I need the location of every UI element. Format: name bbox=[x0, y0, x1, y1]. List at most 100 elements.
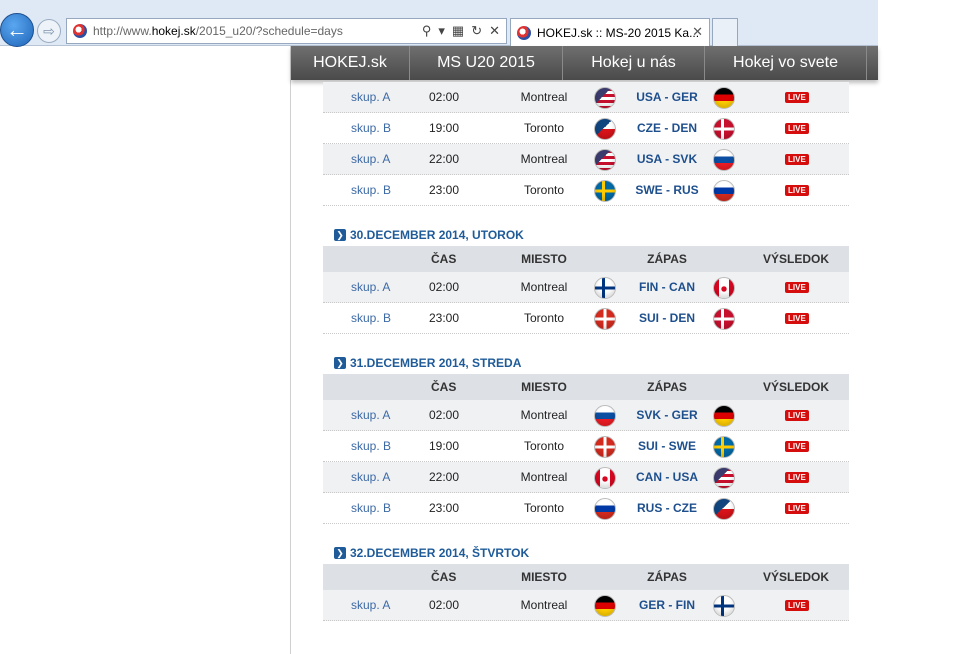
group-link[interactable]: skup. A bbox=[351, 82, 390, 112]
live-badge[interactable]: LIVE bbox=[785, 154, 809, 165]
live-badge[interactable]: LIVE bbox=[785, 600, 809, 611]
header-match: ZÁPAS bbox=[647, 252, 687, 266]
live-badge[interactable]: LIVE bbox=[785, 410, 809, 421]
game-time: 22:00 bbox=[429, 152, 460, 166]
group-link[interactable]: skup. B bbox=[351, 303, 391, 333]
game-venue: Toronto bbox=[523, 501, 565, 515]
refresh-icon[interactable]: ↻ bbox=[471, 23, 482, 39]
header-result: VÝSLEDOK bbox=[762, 380, 829, 394]
nav-item-hokej-vo-svete[interactable]: Hokej vo svete bbox=[705, 46, 867, 80]
header-place: MIESTO bbox=[521, 252, 567, 266]
group-link[interactable]: skup. B bbox=[351, 175, 391, 205]
table-row: skup. A 02:00 Montreal USA - GER LIVE bbox=[323, 82, 849, 113]
match-link[interactable]: USA - SVK bbox=[628, 144, 706, 174]
live-badge[interactable]: LIVE bbox=[785, 123, 809, 134]
new-tab-button[interactable] bbox=[712, 18, 738, 46]
schedule-content: skup. A 02:00 Montreal USA - GER LIVE skup. B… bbox=[323, 82, 849, 621]
game-time: 02:00 bbox=[429, 598, 460, 612]
table-header: ČAS MIESTO ZÁPAS VÝSLEDOK bbox=[323, 374, 849, 400]
table-row: skup. B 23:00 Toronto RUS - CZE LIVE bbox=[323, 493, 849, 524]
away-flag-icon bbox=[713, 436, 735, 458]
day-heading: ❯ 30.DECEMBER 2014, UTOROK bbox=[323, 206, 849, 246]
header-time: ČAS bbox=[431, 570, 457, 584]
address-bar[interactable]: http://www.hokej.sk/2015_u20/?schedule=d… bbox=[66, 18, 507, 44]
header-match: ZÁPAS bbox=[647, 380, 687, 394]
home-flag-icon bbox=[594, 149, 616, 171]
match-link[interactable]: SWE - RUS bbox=[628, 175, 706, 205]
header-place: MIESTO bbox=[521, 380, 567, 394]
address-url[interactable]: http://www.hokej.sk/2015_u20/?schedule=d… bbox=[93, 24, 343, 38]
chevron-right-icon: ❯ bbox=[334, 229, 346, 241]
dropdown-icon[interactable]: ▾ bbox=[438, 23, 445, 39]
forward-arrow-icon[interactable]: ⇨ bbox=[37, 19, 61, 43]
day-heading: ❯ 32.DECEMBER 2014, ŠTVRTOK bbox=[323, 524, 849, 564]
live-badge[interactable]: LIVE bbox=[785, 313, 809, 324]
away-flag-icon bbox=[713, 277, 735, 299]
tab-close-icon[interactable]: ✕ bbox=[692, 24, 703, 40]
chevron-right-icon: ❯ bbox=[334, 547, 346, 559]
browser-tab[interactable]: HOKEJ.sk :: MS-20 2015 Ka... ✕ bbox=[510, 18, 710, 46]
match-link[interactable]: CZE - DEN bbox=[628, 113, 706, 143]
game-venue: Toronto bbox=[523, 183, 565, 197]
group-link[interactable]: skup. A bbox=[351, 400, 390, 430]
nav-item-hokej-u-nas[interactable]: Hokej u nás bbox=[563, 46, 705, 80]
url-domain: hokej.sk bbox=[151, 24, 196, 38]
live-badge[interactable]: LIVE bbox=[785, 472, 809, 483]
header-place: MIESTO bbox=[521, 570, 567, 584]
game-time: 19:00 bbox=[429, 121, 460, 135]
table-row: skup. B 23:00 Toronto SWE - RUS LIVE bbox=[323, 175, 849, 206]
nav-item-ms-u20[interactable]: MS U20 2015 bbox=[410, 46, 563, 80]
home-flag-icon bbox=[594, 467, 616, 489]
table-row: skup. B 23:00 Toronto SUI - DEN LIVE bbox=[323, 303, 849, 334]
away-flag-icon bbox=[713, 595, 735, 617]
table-row: skup. B 19:00 Toronto CZE - DEN LIVE bbox=[323, 113, 849, 144]
live-badge[interactable]: LIVE bbox=[785, 92, 809, 103]
home-flag-icon bbox=[594, 595, 616, 617]
game-venue: Montreal bbox=[520, 280, 568, 294]
group-link[interactable]: skup. A bbox=[351, 590, 390, 620]
search-icon[interactable]: ⚲ bbox=[422, 23, 432, 39]
chevron-right-icon: ❯ bbox=[334, 357, 346, 369]
home-flag-icon bbox=[594, 498, 616, 520]
group-link[interactable]: skup. B bbox=[351, 493, 391, 523]
game-venue: Montreal bbox=[520, 598, 568, 612]
live-badge[interactable]: LIVE bbox=[785, 441, 809, 452]
nav-item-hokej-sk[interactable]: HOKEJ.sk bbox=[291, 46, 410, 80]
back-arrow-icon[interactable]: ← bbox=[0, 13, 34, 47]
day-title: 31.DECEMBER 2014, STREDA bbox=[350, 356, 522, 370]
header-match: ZÁPAS bbox=[647, 570, 687, 584]
match-link[interactable]: USA - GER bbox=[628, 82, 706, 112]
game-venue: Toronto bbox=[523, 311, 565, 325]
home-flag-icon bbox=[594, 308, 616, 330]
compatibility-icon[interactable]: ▦ bbox=[452, 23, 464, 39]
match-link[interactable]: SVK - GER bbox=[628, 400, 706, 430]
game-time: 02:00 bbox=[429, 90, 460, 104]
tab-favicon-icon bbox=[517, 25, 531, 40]
header-result: VÝSLEDOK bbox=[762, 252, 829, 266]
match-link[interactable]: SUI - SWE bbox=[628, 431, 706, 461]
group-link[interactable]: skup. A bbox=[351, 272, 390, 302]
live-badge[interactable]: LIVE bbox=[785, 503, 809, 514]
match-link[interactable]: CAN - USA bbox=[628, 462, 706, 492]
match-link[interactable]: FIN - CAN bbox=[628, 272, 706, 302]
match-link[interactable]: GER - FIN bbox=[628, 590, 706, 620]
home-flag-icon bbox=[594, 118, 616, 140]
game-time: 23:00 bbox=[429, 183, 460, 197]
close-icon[interactable]: ✕ bbox=[489, 23, 500, 39]
group-link[interactable]: skup. B bbox=[351, 431, 391, 461]
game-venue: Toronto bbox=[523, 439, 565, 453]
home-flag-icon bbox=[594, 436, 616, 458]
live-badge[interactable]: LIVE bbox=[785, 185, 809, 196]
group-link[interactable]: skup. A bbox=[351, 144, 390, 174]
match-link[interactable]: SUI - DEN bbox=[628, 303, 706, 333]
match-link[interactable]: RUS - CZE bbox=[628, 493, 706, 523]
away-flag-icon bbox=[713, 498, 735, 520]
url-path: /2015_u20/?schedule=days bbox=[195, 24, 343, 38]
group-link[interactable]: skup. A bbox=[351, 462, 390, 492]
game-venue: Toronto bbox=[523, 121, 565, 135]
home-flag-icon bbox=[594, 277, 616, 299]
game-time: 19:00 bbox=[429, 439, 460, 453]
live-badge[interactable]: LIVE bbox=[785, 282, 809, 293]
group-link[interactable]: skup. B bbox=[351, 113, 391, 143]
home-flag-icon bbox=[594, 405, 616, 427]
